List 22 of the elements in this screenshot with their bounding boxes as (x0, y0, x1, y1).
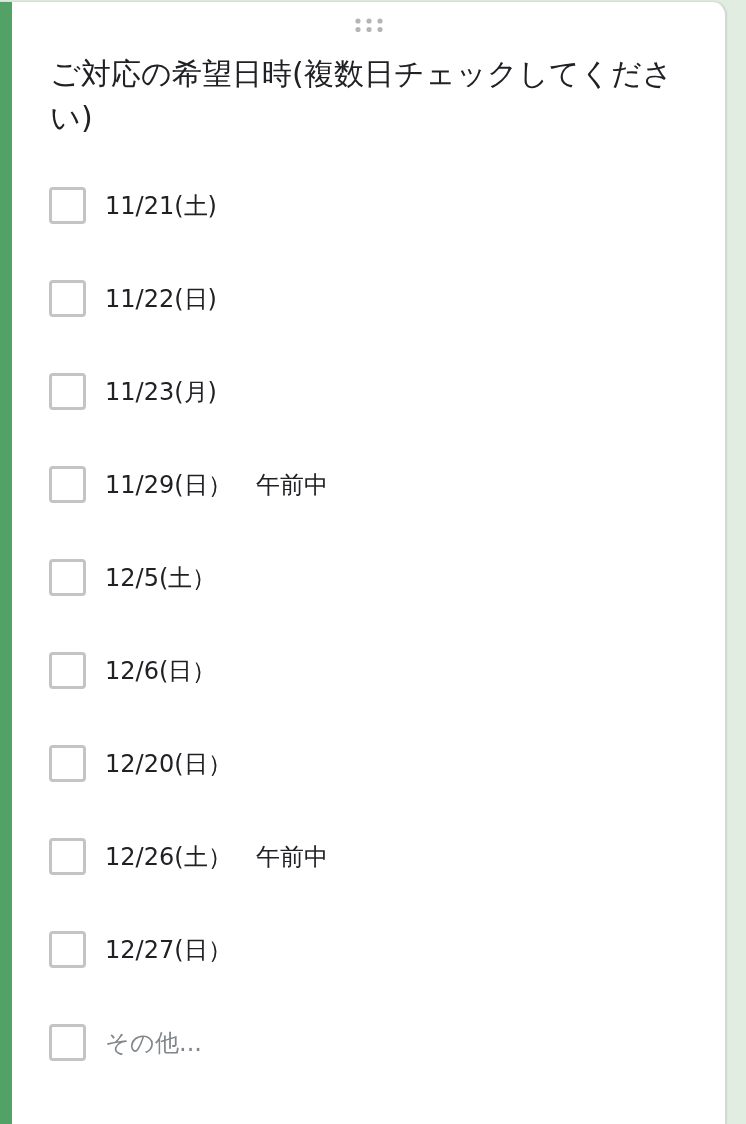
question-title: ご対応の希望日時(複数日チェックしてください) (49, 55, 674, 137)
checkbox[interactable] (49, 931, 86, 968)
checkbox[interactable] (49, 280, 86, 317)
checkbox[interactable] (49, 652, 86, 689)
option-label: 11/29(日） 午前中 (105, 469, 328, 501)
option-label: 11/22(日) (105, 283, 217, 315)
option-label: 11/23(月) (105, 376, 217, 408)
drag-handle-icon[interactable] (355, 18, 383, 32)
checkbox[interactable] (49, 466, 86, 503)
option-label: 12/26(土） 午前中 (105, 841, 328, 873)
checkbox[interactable] (49, 838, 86, 875)
checkbox[interactable] (49, 373, 86, 410)
option-label: 12/20(日） (105, 748, 232, 780)
checkbox[interactable] (49, 745, 86, 782)
other-option-label: その他... (105, 1027, 202, 1059)
checkbox[interactable] (49, 1024, 86, 1061)
checkbox[interactable] (49, 559, 86, 596)
checkbox[interactable] (49, 187, 86, 224)
option-label: 12/5(土） (105, 562, 217, 594)
option-label: 11/21(土) (105, 190, 217, 222)
option-label: 12/27(日） (105, 934, 232, 966)
option-label: 12/6(日） (105, 655, 217, 687)
